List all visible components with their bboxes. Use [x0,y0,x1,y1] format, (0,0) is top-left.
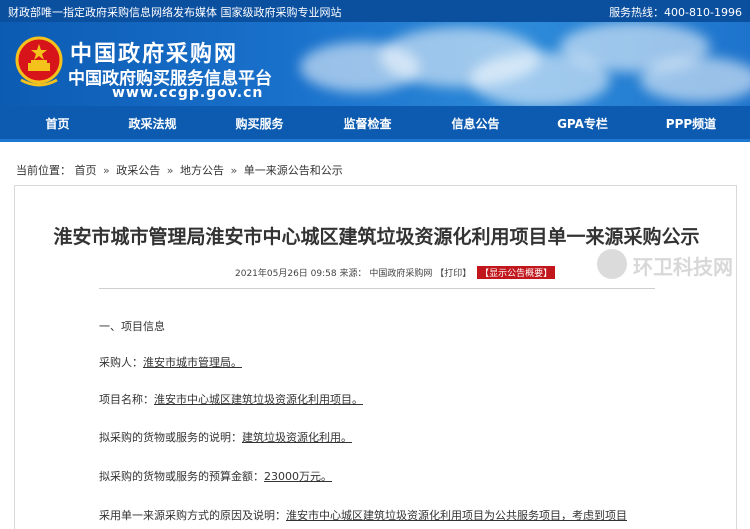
breadcrumb-procurement-notices[interactable]: 政采公告 [116,164,160,177]
national-emblem-icon [15,36,63,87]
field-label: 采用单一来源采购方式的原因及说明： [99,509,286,522]
nav-item-ppp[interactable]: PPP频道 [652,106,730,142]
source-name: 中国政府采购网 [369,269,433,279]
field-label: 拟采购的货物或服务的预算金额： [99,470,264,483]
field-budget: 拟采购的货物或服务的预算金额：23000万元。 [99,468,332,484]
breadcrumb-local-notices[interactable]: 地方公告 [180,164,224,177]
top-bar: 财政部唯一指定政府采购信息网络发布媒体 国家级政府采购专业网站 服务热线：400… [0,0,750,22]
breadcrumb-separator: » [230,164,238,177]
watermark: 环卫科技网 [581,245,741,285]
section-heading: 一、项目信息 [99,320,165,333]
nav-item-home[interactable]: 首页 [20,106,95,142]
nav-item-regulations[interactable]: 政采法规 [115,106,190,142]
breadcrumb: 当前位置： 首页 » 政采公告 » 地方公告 » 单一来源公告和公示 [16,162,343,178]
field-purchaser: 采购人：淮安市城市管理局。 [99,354,242,370]
breadcrumb-separator: » [166,164,174,177]
publish-datetime: 2021年05月26日 09:58 [235,269,337,279]
field-label: 采购人： [99,356,143,369]
field-value: 淮安市中心城区建筑垃圾资源化利用项目为公共服务项目，考虑到项目 [286,509,627,522]
site-banner: 中国政府采购网 中国政府购买服务信息平台 www.ccgp.gov.cn [0,22,750,106]
article-meta: 2021年05月26日 09:58 来源： 中国政府采购网 【打印】 【显示公告… [235,266,556,279]
watermark-logo-icon [597,249,627,279]
breadcrumb-prefix: 当前位置： [16,164,71,177]
service-hotline: 服务热线：400-810-1996 [609,6,742,19]
nav-item-announcements[interactable]: 信息公告 [438,106,513,142]
site-url: www.ccgp.gov.cn [112,85,264,101]
breadcrumb-separator: » [103,164,110,177]
nav-item-supervision[interactable]: 监督检查 [330,106,405,142]
article-panel: 淮安市城市管理局淮安市中心城区建筑垃圾资源化利用项目单一来源采购公示 2021年… [14,185,737,529]
field-value: 23000万元。 [264,470,332,483]
source-label: 来源： [339,269,367,279]
breadcrumb-single-source[interactable]: 单一来源公告和公示 [244,164,343,177]
field-reason: 采用单一来源采购方式的原因及说明：淮安市中心城区建筑垃圾资源化利用项目为公共服务… [99,507,627,523]
main-nav: 首页 政采法规 购买服务 监督检查 信息公告 GPA专栏 PPP频道 [0,106,750,142]
field-label: 拟采购的货物或服务的说明： [99,431,242,444]
field-value: 淮安市城市管理局。 [143,356,242,369]
nav-item-gpa[interactable]: GPA专栏 [545,106,620,142]
nav-item-purchase-services[interactable]: 购买服务 [222,106,297,142]
field-label: 项目名称： [99,393,154,406]
field-value: 淮安市中心城区建筑垃圾资源化利用项目。 [154,393,363,406]
site-slogan: 财政部唯一指定政府采购信息网络发布媒体 国家级政府采购专业网站 [8,6,342,19]
field-project-name: 项目名称：淮安市中心城区建筑垃圾资源化利用项目。 [99,391,363,407]
show-summary-button[interactable]: 【显示公告概要】 [477,266,556,279]
meta-divider [99,288,655,289]
watermark-text: 环卫科技网 [633,255,733,279]
breadcrumb-home[interactable]: 首页 [75,164,97,177]
print-link[interactable]: 【打印】 [435,269,471,279]
field-description: 拟采购的货物或服务的说明：建筑垃圾资源化利用。 [99,429,352,445]
field-value: 建筑垃圾资源化利用。 [242,431,352,444]
